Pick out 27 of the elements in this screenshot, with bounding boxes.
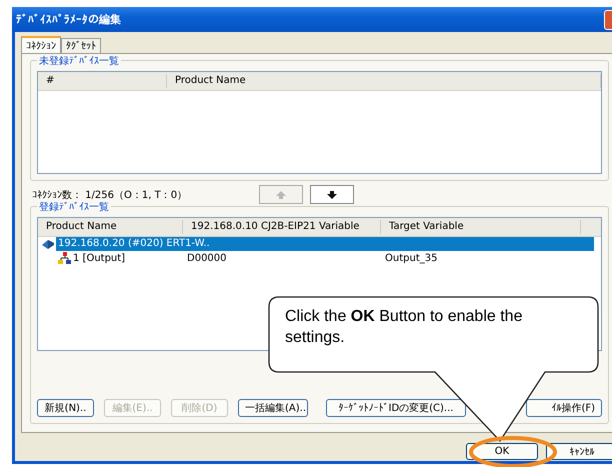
table-cell-text: Output_35	[384, 252, 438, 264]
network-icon	[58, 252, 71, 264]
column-header[interactable]: Product Name	[38, 220, 183, 234]
down-arrow-icon	[325, 190, 339, 200]
ok-button[interactable]: OK	[466, 443, 538, 460]
window-title: ﾃﾞﾊﾞｲｽﾊﾟﾗﾒｰﾀの編集	[16, 12, 121, 27]
connection-count: ｺﾈｸｼｮﾝ数： 1/256（O：1, T：0）	[31, 188, 188, 202]
action-button[interactable]: ｲﾙ操作(F)	[526, 399, 602, 417]
device-icon	[41, 238, 55, 250]
column-header[interactable]: Target Variable	[381, 220, 581, 234]
column-header[interactable]: Product Name	[167, 74, 601, 88]
action-button[interactable]: 新規(N)..	[37, 399, 94, 417]
tab[interactable]: ﾀｸﾞｾｯﾄ	[61, 38, 101, 53]
column-header[interactable]: 192.168.0.10 CJ2B-EIP21 Variable	[183, 220, 381, 234]
column-header[interactable]: #	[38, 74, 167, 88]
tree-item[interactable]: 192.168.0.20 (#020) ERT1-W..	[56, 237, 594, 251]
group-title: 登録ﾃﾞﾊﾞｲｽ一覧	[37, 200, 111, 214]
move-down-button[interactable]	[310, 185, 354, 204]
action-button[interactable]: ﾀｰｹﾞｯﾄﾉｰﾄﾞIDの変更(C)...	[326, 399, 466, 417]
tab[interactable]: ｺﾈｸｼｮﾝ	[21, 36, 61, 53]
up-arrow-icon	[274, 190, 288, 200]
cancel-button[interactable]: ｷｬﾝｾﾙ	[546, 443, 612, 460]
table-cell-text: D00000	[186, 252, 228, 264]
group-title: 未登録ﾃﾞﾊﾞｲｽ一覧	[37, 54, 121, 68]
tree-item[interactable]: 1 [Output]	[73, 252, 126, 264]
callout-text: Click the OK Button to enable the settings.	[285, 307, 524, 348]
action-button[interactable]: 一括編集(A)..	[238, 399, 308, 417]
